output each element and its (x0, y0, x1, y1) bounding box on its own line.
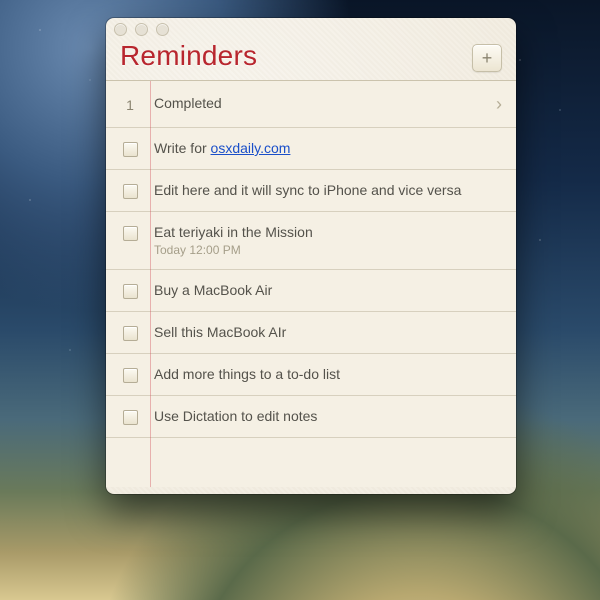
completed-count: 1 (126, 97, 134, 113)
reminder-checkbox[interactable] (123, 142, 138, 157)
reminder-checkbox[interactable] (123, 284, 138, 299)
reminder-text: Buy a MacBook Air (154, 282, 272, 298)
completed-label: Completed (154, 95, 222, 111)
app-title: Reminders (120, 40, 257, 72)
header: Reminders + (106, 40, 516, 78)
reminder-text: Eat teriyaki in the Mission (154, 224, 313, 240)
reminder-row[interactable]: Write for osxdaily.com (106, 128, 516, 170)
reminder-row[interactable]: Buy a MacBook Air (106, 270, 516, 312)
minimize-traffic-light[interactable] (135, 23, 148, 36)
plus-icon: + (482, 49, 493, 67)
reminders-window: Reminders + 1 Completed › Write for osxd… (106, 18, 516, 494)
reminder-checkbox[interactable] (123, 226, 138, 241)
reminder-due: Today 12:00 PM (154, 243, 502, 257)
reminder-checkbox[interactable] (123, 184, 138, 199)
reminder-row[interactable]: Eat teriyaki in the Mission Today 12:00 … (106, 212, 516, 270)
reminder-row[interactable]: Edit here and it will sync to iPhone and… (106, 170, 516, 212)
reminder-link[interactable]: osxdaily.com (211, 140, 291, 156)
window-titlebar[interactable] (106, 18, 516, 40)
reminder-row[interactable]: Use Dictation to edit notes (106, 396, 516, 438)
reminder-row[interactable]: Sell this MacBook AIr (106, 312, 516, 354)
desktop-wallpaper: Reminders + 1 Completed › Write for osxd… (0, 0, 600, 600)
close-traffic-light[interactable] (114, 23, 127, 36)
chevron-right-icon: › (496, 95, 502, 113)
reminder-checkbox[interactable] (123, 368, 138, 383)
reminder-row[interactable]: Add more things to a to-do list (106, 354, 516, 396)
reminder-checkbox[interactable] (123, 410, 138, 425)
reminder-text: Add more things to a to-do list (154, 366, 340, 382)
reminder-text: Sell this MacBook AIr (154, 324, 286, 340)
reminder-checkbox[interactable] (123, 326, 138, 341)
add-reminder-button[interactable]: + (472, 44, 502, 72)
zoom-traffic-light[interactable] (156, 23, 169, 36)
reminder-text: Use Dictation to edit notes (154, 408, 317, 424)
reminder-text: Edit here and it will sync to iPhone and… (154, 182, 461, 198)
reminder-text: Write for (154, 140, 211, 156)
completed-row[interactable]: 1 Completed › (106, 81, 516, 128)
reminders-list: 1 Completed › Write for osxdaily.com Edi… (106, 80, 516, 487)
